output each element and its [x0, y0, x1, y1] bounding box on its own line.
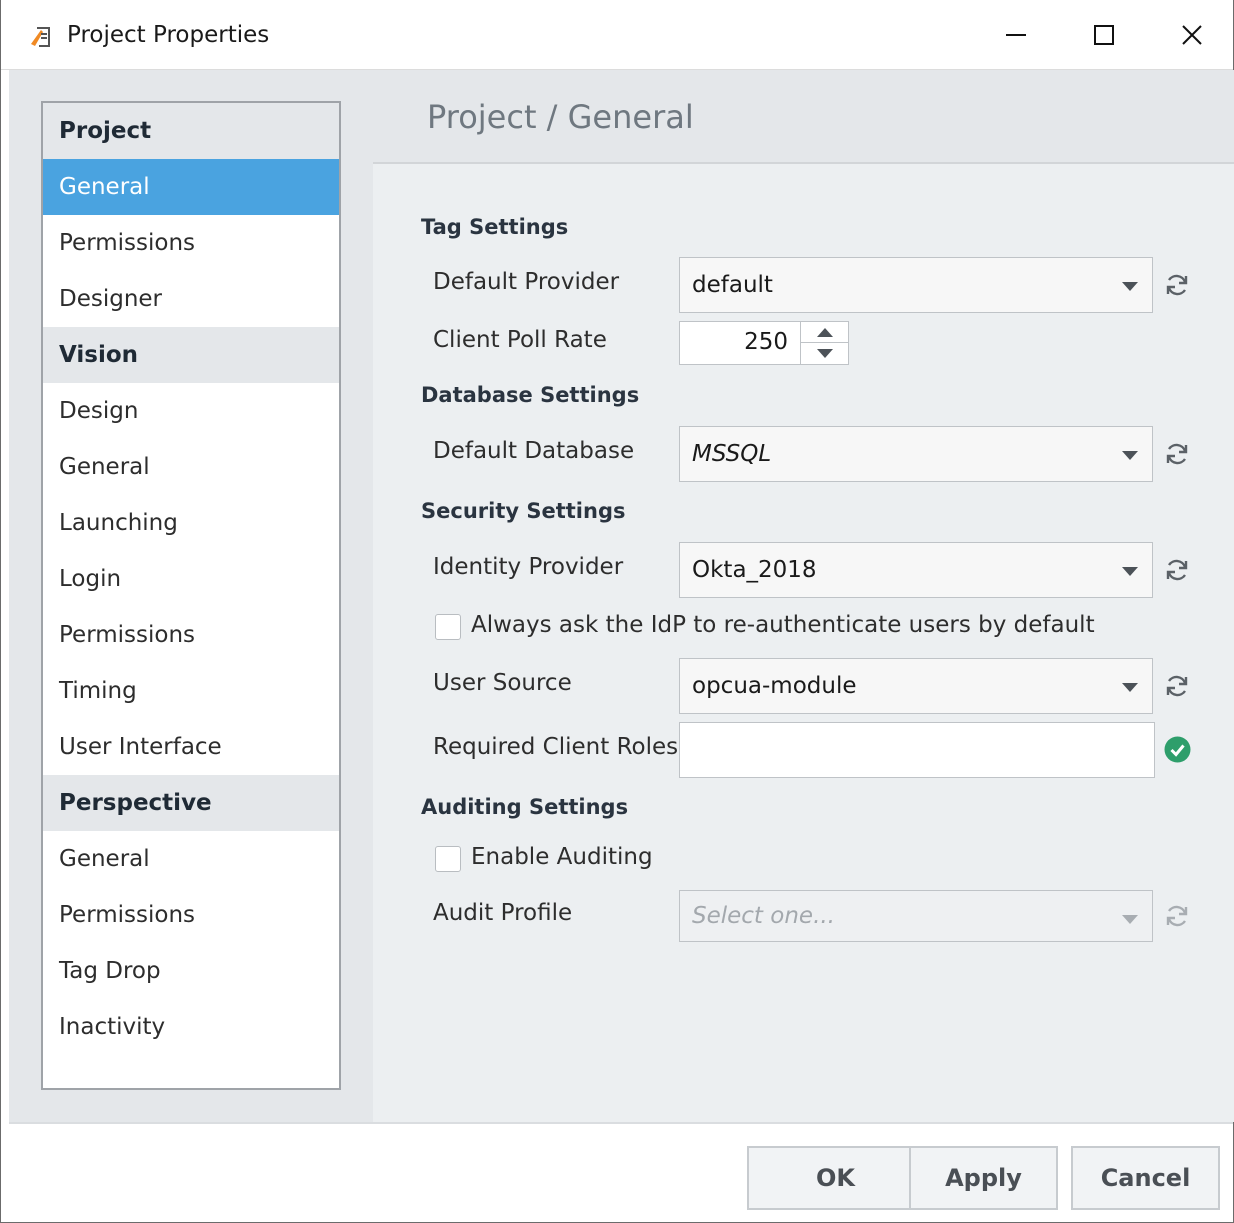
sidebar-header-project: Project: [43, 103, 339, 159]
content-header: Project / General: [373, 70, 1234, 164]
identity-provider-label: Identity Provider: [433, 554, 624, 580]
maximize-button[interactable]: [1059, 0, 1149, 70]
maximize-icon: [1094, 25, 1114, 45]
enable-auditing-checkbox[interactable]: [435, 846, 461, 872]
refresh-icon[interactable]: [1163, 672, 1191, 700]
apply-button[interactable]: Apply: [909, 1146, 1058, 1210]
refresh-icon[interactable]: [1163, 902, 1191, 930]
default-provider-dropdown[interactable]: default: [679, 257, 1153, 313]
auditing-settings-heading: Auditing Settings: [421, 795, 629, 819]
required-client-roles-input[interactable]: [679, 722, 1155, 778]
sidebar-header-vision: Vision: [43, 327, 339, 383]
sidebar-item-perspective-inactivity[interactable]: Inactivity: [43, 999, 339, 1055]
security-settings-heading: Security Settings: [421, 499, 626, 523]
chevron-down-icon: [1122, 451, 1138, 460]
dialog-footer: OK Apply Cancel: [9, 1122, 1233, 1222]
sidebar-item-vision-general[interactable]: General: [43, 439, 339, 495]
chevron-down-icon: [1122, 683, 1138, 692]
default-provider-value: default: [692, 272, 773, 298]
settings-form: Tag Settings Default Provider default Cl…: [373, 164, 1234, 1122]
refresh-icon[interactable]: [1163, 271, 1191, 299]
required-client-roles-label: Required Client Roles: [433, 734, 679, 760]
sidebar-item-project-general[interactable]: General: [43, 159, 339, 215]
client-poll-rate-label: Client Poll Rate: [433, 327, 607, 353]
sidebar-item-project-permissions[interactable]: Permissions: [43, 215, 339, 271]
decrement-button[interactable]: [801, 343, 848, 364]
audit-profile-placeholder: Select one...: [692, 903, 835, 929]
page-title: Project / General: [427, 98, 694, 136]
project-properties-icon: [31, 27, 50, 47]
sidebar-item-vision-design[interactable]: Design: [43, 383, 339, 439]
arrow-up-icon: [817, 328, 833, 337]
close-icon: [1182, 25, 1202, 45]
ok-button[interactable]: OK: [747, 1146, 924, 1210]
close-button[interactable]: [1147, 0, 1234, 70]
audit-profile-dropdown[interactable]: Select one...: [679, 890, 1153, 942]
sidebar-header-perspective: Perspective: [43, 775, 339, 831]
sidebar-nav: Project General Permissions Designer Vis…: [41, 101, 341, 1090]
sidebar-item-vision-login[interactable]: Login: [43, 551, 339, 607]
title-bar: Project Properties: [1, 0, 1233, 70]
identity-provider-dropdown[interactable]: Okta_2018: [679, 542, 1153, 598]
arrow-down-icon: [817, 349, 833, 358]
sidebar-item-perspective-tag-drop[interactable]: Tag Drop: [43, 943, 339, 999]
minimize-icon: [1006, 34, 1026, 36]
identity-provider-value: Okta_2018: [692, 557, 817, 583]
check-circle-icon: [1164, 736, 1191, 763]
default-database-dropdown[interactable]: MSSQL: [679, 426, 1153, 482]
client-poll-rate-value: 250: [744, 329, 788, 355]
default-database-label: Default Database: [433, 438, 635, 464]
reauth-checkbox-label[interactable]: Always ask the IdP to re-authenticate us…: [471, 612, 1095, 638]
sidebar-item-vision-user-interface[interactable]: User Interface: [43, 719, 339, 775]
increment-button[interactable]: [801, 322, 848, 343]
database-settings-heading: Database Settings: [421, 383, 640, 407]
chevron-down-icon: [1122, 567, 1138, 576]
cancel-button[interactable]: Cancel: [1071, 1146, 1220, 1210]
spinner-buttons: [800, 322, 848, 364]
client-poll-rate-spinner[interactable]: 250: [679, 321, 849, 365]
chevron-down-icon: [1122, 282, 1138, 291]
user-source-value: opcua-module: [692, 673, 857, 699]
sidebar-item-perspective-general[interactable]: General: [43, 831, 339, 887]
chevron-down-icon: [1122, 915, 1138, 924]
window-title: Project Properties: [67, 22, 270, 48]
project-properties-window: Project Properties Project General Permi…: [0, 0, 1234, 1223]
refresh-icon[interactable]: [1163, 556, 1191, 584]
default-provider-label: Default Provider: [433, 269, 620, 295]
sidebar-item-vision-timing[interactable]: Timing: [43, 663, 339, 719]
default-database-value: MSSQL: [692, 441, 772, 467]
user-source-dropdown[interactable]: opcua-module: [679, 658, 1153, 714]
sidebar-item-perspective-permissions[interactable]: Permissions: [43, 887, 339, 943]
minimize-button[interactable]: [971, 0, 1061, 70]
tag-settings-heading: Tag Settings: [421, 215, 569, 239]
refresh-icon[interactable]: [1163, 440, 1191, 468]
sidebar-item-vision-permissions[interactable]: Permissions: [43, 607, 339, 663]
user-source-label: User Source: [433, 670, 572, 696]
sidebar-item-designer[interactable]: Designer: [43, 271, 339, 327]
audit-profile-label: Audit Profile: [433, 900, 573, 926]
enable-auditing-label[interactable]: Enable Auditing: [471, 844, 653, 870]
reauth-checkbox[interactable]: [435, 614, 461, 640]
sidebar-item-vision-launching[interactable]: Launching: [43, 495, 339, 551]
